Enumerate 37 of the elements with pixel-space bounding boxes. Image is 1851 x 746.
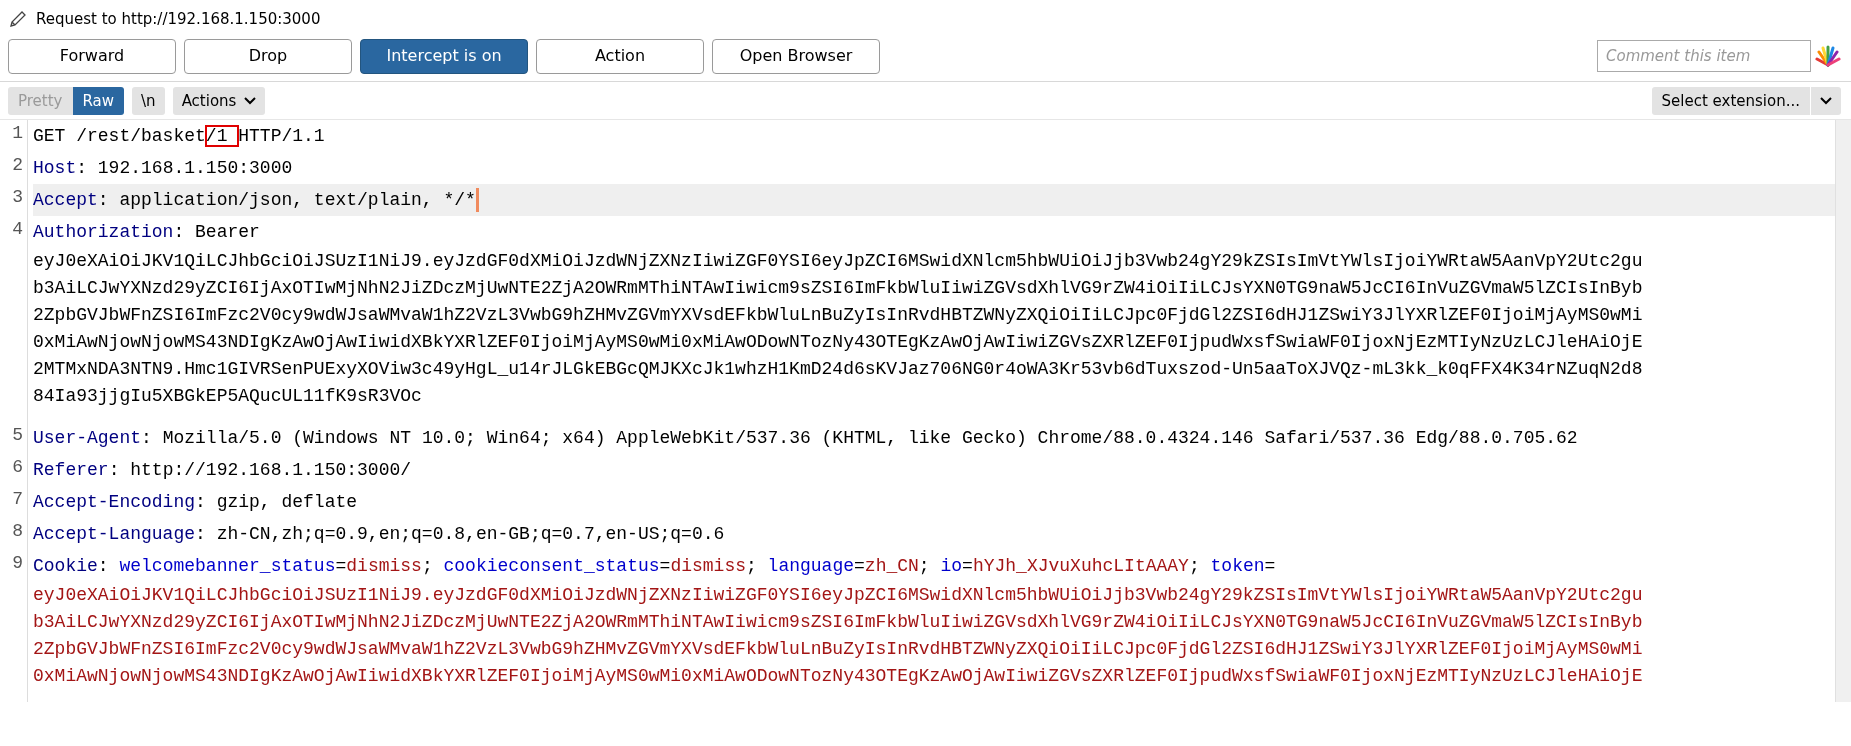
line-number: 3 [0, 184, 28, 216]
code-line: Referer: http://192.168.1.150:3000/ [33, 459, 413, 482]
line-number: 5 [0, 422, 28, 454]
wrapped-value: eyJ0eXAiOiJKV1QiLCJhbGciOiJSUzI1NiJ9.eyJzdGF0dXMiOiJzdWNjZXNzIiwiZGF0YSI6eyJpZCI6MSwidXNlcm5hbWUiOiJjb3Vwb24gY29kZSIsImVtYWlsIjoiYWRtaW5AanVpY2Utc2gu b3AiLCJwYXNzd29yZCI6IjAxOTIwMjNhN2JiZDczMjUwNTE2ZjA2OWRmMThiNTAwIiwicm9sZSI6ImFkbWluIiwiZGVsdXhlVG9rZW4iOiIiLCJsYXN0TG9naW5JcCI6InVuZGVmaW5lZCIsInByb 2ZpbGVJbWFnZSI6ImFzc2V0cy9wdWJsaWMvaW1hZ2VzL3VwbG9hZHMvZGVmYXVsdEFkbWluLnBuZyIsInRvdHBTZWNyZXQiOiIiLCJpc0FjdGl2ZSI6dHJ1ZSwiY3JlYXRlZEF0IjoiMjAyMS0wMi 0xMiAwNjowNjowMS43NDIgKzAwOjAwIiwidXBkYXRlZEF0IjoiMjAyMS0wMi0xMiAwODowNTozNy43OTEgKzAwOjAwIiwiZGVsZXRlZEF0IjpudWxsfSwiaWF0IjoxNjEzMTIyNzUzLCJleHAiOjE 2MTMxNDA3NTN9.Hmc1GIVRSenPUExyXOViw3c49yHgL_u14rJLGkEBGcQMJKXcJk1whzH1KmD24d6sKVJaz706NG0r4oWA3Kr53vb6dTuxszod-Un5aaToXJVQz-mL3kk_k0qFFX4K34rNZuqN2d8 84Ia93jjgIu5XBGkEP5AQucUL11fK9sR3VOc [33, 250, 1644, 408]
toolbar-button[interactable]: Action [536, 38, 704, 74]
actions-dropdown[interactable]: Actions [172, 86, 266, 115]
code-line: GET /rest/basket/1 HTTP/1.1 [33, 125, 326, 148]
caret-icon [244, 96, 257, 105]
line-number: 4 [0, 216, 28, 422]
line-number: 1 [0, 120, 28, 152]
comment-field[interactable]: Comment this item [1597, 40, 1811, 72]
line-number: 7 [0, 486, 28, 518]
wrapped-value: eyJ0eXAiOiJKV1QiLCJhbGciOiJSUzI1NiJ9.eyJzdGF0dXMiOiJzdWNjZXNzIiwiZGF0YSI6eyJpZCI6MSwidXNlcm5hbWUiOiJjb3Vwb24gY29kZSIsImVtYWlsIjoiYWRtaW5AanVpY2Utc2gu b3AiLCJwYXNzd29yZCI6IjAxOTIwMjNhN2JiZDczMjUwNTE2ZjA2OWRmMThiNTAwIiwicm9sZSI6ImFkbWluIiwiZGVsdXhlVG9rZW4iOiIiLCJsYXN0TG9naW5JcCI6InVuZGVmaW5lZCIsInByb 2ZpbGVJbWFnZSI6ImFzc2V0cy9wdWJsaWMvaW1hZ2VzL3VwbG9hZHMvZGVmYXVsdEFkbWluLnBuZyIsInRvdHBTZWNyZXQiOiIiLCJpc0FjdGl2ZSI6dHJ1ZSwiY3JlYXRlZEF0IjoiMjAyMS0wMi 0xMiAwNjowNjowMS43NDIgKzAwOjAwIiwidXBkYXRlZEF0IjoiMjAyMS0wMi0xMiAwODowNTozNy43OTEgKzAwOjAwIiwiZGVsZXRlZEF0IjpudWxsfSwiaWF0IjoxNjEzMTIyNzUzLCJleHAiOjE [33, 584, 1644, 688]
pencil-icon [8, 9, 28, 30]
line-number: 2 [0, 152, 28, 184]
code-line: Host: 192.168.1.150:3000 [33, 157, 294, 180]
scrollbar[interactable] [1835, 120, 1851, 702]
line-number: 6 [0, 454, 28, 486]
line-number: 9 [0, 550, 28, 702]
code-line: Cookie: welcomebanner_status=dismiss; cookieconsent_status=dismiss; language=zh_CN; io=hYJh_XJvuXuhcLItAAAY; token= [33, 555, 1277, 578]
code-line: Accept-Language: zh-CN,zh;q=0.9,en;q=0.8,en-GB;q=0.7,en-US;q=0.6 [33, 523, 726, 546]
text-cursor [475, 188, 479, 213]
newline-toggle[interactable]: \n [132, 86, 165, 115]
caret-icon [1820, 97, 1832, 105]
toolbar-button[interactable]: Open Browser [712, 38, 880, 74]
extension-select[interactable]: Select extension... [1651, 86, 1810, 115]
toolbar-button[interactable]: Forward [8, 38, 176, 74]
intercept-toggle[interactable]: Intercept is on [360, 38, 528, 74]
highlight-color-icon[interactable] [1815, 45, 1841, 67]
code-line: User-Agent: Mozilla/5.0 (Windows NT 10.0; Win64; x64) AppleWebKit/537.36 (KHTML, like Gecko) Chrome/88.0.4324.146 Safari/537.36 Edg/88.0.705.62 [33, 427, 1579, 450]
code-line: Authorization: Bearer [33, 221, 261, 244]
line-number: 8 [0, 518, 28, 550]
request-title: Request to http://192.168.1.150:3000 [36, 9, 321, 30]
view-tab[interactable]: Raw [72, 86, 125, 115]
extension-dropdown-button[interactable] [1810, 86, 1841, 115]
code-line: Accept-Encoding: gzip, deflate [33, 491, 359, 514]
toolbar-button[interactable]: Drop [184, 38, 352, 74]
